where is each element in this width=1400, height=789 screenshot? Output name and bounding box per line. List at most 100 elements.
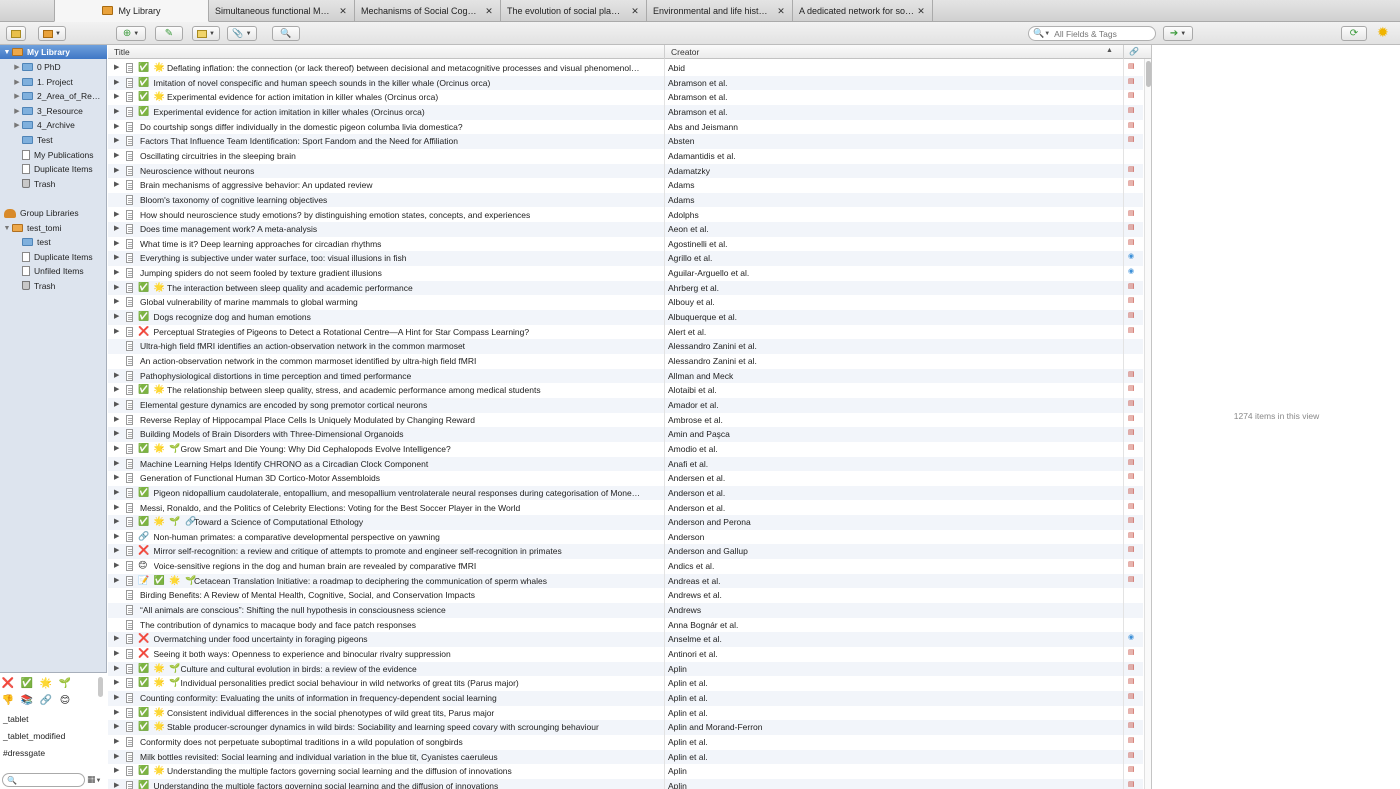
title-column-header[interactable]: Title bbox=[114, 47, 130, 57]
table-row[interactable]: ▶ ✅ 🌟 The interaction between sleep qualit… bbox=[108, 280, 1143, 296]
pdf-attachment-icon[interactable]: ▤ bbox=[1128, 765, 1135, 773]
tag-emoji[interactable]: 🔗 bbox=[39, 695, 53, 706]
tab-5[interactable]: A dedicated network for so… ✕ bbox=[793, 0, 933, 22]
table-row[interactable]: ▶ ✅ Experimental evidence for action imita… bbox=[108, 104, 1143, 120]
expand-triangle-icon[interactable]: ▶ bbox=[114, 517, 119, 525]
pdf-attachment-icon[interactable]: ▤ bbox=[1128, 721, 1135, 729]
sidebar-item-6[interactable]: My Publications bbox=[0, 148, 107, 162]
search-input[interactable] bbox=[1054, 28, 1145, 39]
expand-triangle-icon[interactable]: ▶ bbox=[114, 239, 119, 247]
sidebar-item-1[interactable]: ▶ 1. Project bbox=[0, 75, 107, 89]
expand-triangle-icon[interactable]: ▶ bbox=[114, 532, 119, 540]
table-row[interactable]: ▶ Do courtship songs differ individually … bbox=[108, 120, 1143, 135]
expand-triangle-icon[interactable]: ▶ bbox=[114, 151, 119, 159]
pdf-attachment-icon[interactable]: ▤ bbox=[1128, 692, 1135, 700]
new-collection-button[interactable] bbox=[6, 26, 26, 41]
locate-button[interactable]: ➔ ▼ bbox=[1163, 26, 1193, 41]
pdf-attachment-icon[interactable]: ▤ bbox=[1128, 370, 1135, 378]
tag-scroll-thumb[interactable] bbox=[98, 677, 103, 697]
tab-1[interactable]: Simultaneous functional M… ✕ bbox=[209, 0, 355, 22]
tag-emoji[interactable]: 😊 bbox=[58, 695, 72, 706]
table-row[interactable]: ▶ ✅ Dogs recognize dog and human emotions A… bbox=[108, 310, 1143, 325]
close-icon[interactable]: ✕ bbox=[484, 6, 494, 17]
pdf-attachment-icon[interactable]: ▤ bbox=[1128, 399, 1135, 407]
search-field[interactable]: 🔍 ▼ bbox=[1028, 26, 1156, 41]
pdf-attachment-icon[interactable]: ▤ bbox=[1128, 560, 1135, 568]
pdf-attachment-icon[interactable]: ▤ bbox=[1128, 736, 1135, 744]
pdf-attachment-icon[interactable]: ▤ bbox=[1128, 296, 1135, 304]
tag-name[interactable]: _tablet_modified bbox=[3, 731, 65, 741]
table-row[interactable]: Birding Benefits: A Review of Mental Hea… bbox=[108, 588, 1143, 603]
expand-triangle-icon[interactable]: ▶ bbox=[114, 253, 119, 261]
sidebar-item-4[interactable]: ▶ 4_Archive bbox=[0, 118, 107, 132]
sidebar-group-item-0[interactable]: test bbox=[0, 235, 107, 249]
link-attachment-icon[interactable]: ◉ bbox=[1128, 633, 1134, 641]
table-row[interactable]: ▶ Jumping spiders do not seem fooled by t… bbox=[108, 266, 1143, 281]
expand-triangle-icon[interactable]: ▶ bbox=[114, 708, 119, 716]
pdf-attachment-icon[interactable]: ▤ bbox=[1128, 516, 1135, 524]
table-row[interactable]: ▶ 😊 Voice-sensitive regions in the dog and… bbox=[108, 559, 1143, 574]
table-row[interactable]: ▶ ✅ 🌟 Deflating inflation: the connection … bbox=[108, 61, 1143, 76]
expand-triangle-icon[interactable]: ▶ bbox=[114, 63, 119, 71]
table-row[interactable]: ▶ ✅ 🌟 🌱 Culture and cultural evolution in … bbox=[108, 661, 1143, 677]
sidebar-item-3[interactable]: ▶ 3_Resource bbox=[0, 104, 107, 118]
disclosure-triangle-icon[interactable]: ▶ bbox=[12, 92, 22, 100]
table-row[interactable]: An action-observation network in the com… bbox=[108, 354, 1143, 369]
close-icon[interactable]: ✕ bbox=[338, 6, 348, 17]
table-row[interactable]: ▶ Oscillating circuitries in the sleeping… bbox=[108, 149, 1143, 164]
sidebar-group-item-2[interactable]: Unfiled Items bbox=[0, 264, 107, 278]
expand-triangle-icon[interactable]: ▶ bbox=[114, 488, 119, 496]
table-row[interactable]: ▶ Generation of Functional Human 3D Corti… bbox=[108, 471, 1143, 486]
attachment-column-icon[interactable]: 🔗 bbox=[1129, 47, 1139, 56]
close-icon[interactable]: ✕ bbox=[630, 6, 640, 17]
pdf-attachment-icon[interactable]: ▤ bbox=[1128, 165, 1135, 173]
table-row[interactable]: ▶ What time is it? Deep learning approach… bbox=[108, 237, 1143, 252]
pdf-attachment-icon[interactable]: ▤ bbox=[1128, 677, 1135, 685]
table-row[interactable]: ▶ Machine Learning Helps Identify CHRONO … bbox=[108, 456, 1143, 472]
table-row[interactable]: ▶ 📝 ✅ 🌟 🌱 Cetacean Translation Initiative:… bbox=[108, 573, 1143, 589]
table-row[interactable]: ▶ ✅ 🌟 Consistent individual differences in… bbox=[108, 706, 1143, 721]
expand-triangle-icon[interactable]: ▶ bbox=[114, 107, 119, 115]
table-row[interactable]: ▶ Milk bottles revisited: Social learning… bbox=[108, 749, 1143, 765]
new-note-button[interactable]: ▼ bbox=[192, 26, 220, 41]
sidebar-item-5[interactable]: Test bbox=[0, 133, 107, 147]
tag-emoji[interactable]: 🌱 bbox=[58, 678, 72, 689]
pdf-attachment-icon[interactable]: ▤ bbox=[1128, 545, 1135, 553]
add-by-identifier-button[interactable]: ✎ bbox=[155, 26, 183, 41]
table-row[interactable]: ▶ ✅ Understanding the multiple factors gov… bbox=[108, 778, 1143, 789]
table-row[interactable]: ▶ ✅ 🌟 Experimental evidence for action imi… bbox=[108, 90, 1143, 105]
pdf-attachment-icon[interactable]: ▤ bbox=[1128, 531, 1135, 539]
tag-emoji[interactable]: 📚 bbox=[20, 695, 34, 706]
items-scroll-thumb[interactable] bbox=[1146, 61, 1151, 87]
tag-emoji[interactable]: ✅ bbox=[20, 678, 34, 689]
table-row[interactable]: ▶ Neuroscience without neurons Adamatzky ▤ bbox=[108, 163, 1143, 179]
table-row[interactable]: ▶ ✅ 🌟 🌱 Individual personalities predict s… bbox=[108, 676, 1143, 691]
tab-3[interactable]: The evolution of social pla… ✕ bbox=[501, 0, 647, 22]
table-row[interactable]: “All animals are conscious”: Shifting th… bbox=[108, 603, 1143, 618]
pdf-attachment-icon[interactable]: ▤ bbox=[1128, 282, 1135, 290]
sync-button[interactable]: ⟳ bbox=[1341, 26, 1367, 41]
table-row[interactable]: ▶ Messi, Ronaldo, and the Politics of Cel… bbox=[108, 501, 1143, 516]
expand-triangle-icon[interactable]: ▶ bbox=[114, 561, 119, 569]
tag-actions-icon[interactable]: ▦▼ bbox=[87, 774, 101, 785]
expand-triangle-icon[interactable]: ▶ bbox=[114, 781, 119, 789]
table-row[interactable]: ▶ Reverse Replay of Hippocampal Place Cel… bbox=[108, 413, 1143, 428]
expand-triangle-icon[interactable]: ▶ bbox=[114, 180, 119, 188]
table-row[interactable]: Ultra-high field fMRI identifies an acti… bbox=[108, 339, 1143, 354]
table-row[interactable]: ▶ Global vulnerability of marine mammals … bbox=[108, 295, 1143, 310]
expand-triangle-icon[interactable]: ▶ bbox=[114, 268, 119, 276]
pdf-attachment-icon[interactable]: ▤ bbox=[1128, 91, 1135, 99]
pdf-attachment-icon[interactable]: ▤ bbox=[1128, 458, 1135, 466]
expand-triangle-icon[interactable]: ▶ bbox=[114, 283, 119, 291]
table-row[interactable]: ▶ Pathophysiological distortions in time … bbox=[108, 368, 1143, 384]
expand-triangle-icon[interactable]: ▶ bbox=[114, 136, 119, 144]
tag-search-input[interactable] bbox=[19, 775, 80, 785]
close-icon[interactable]: ✕ bbox=[776, 6, 786, 17]
pdf-attachment-icon[interactable]: ▤ bbox=[1128, 179, 1135, 187]
pdf-attachment-icon[interactable]: ▤ bbox=[1128, 487, 1135, 495]
table-row[interactable]: ▶ ✅ 🌟 The relationship between sleep quali… bbox=[108, 383, 1143, 398]
sidebar-group-item-3[interactable]: Trash bbox=[0, 279, 107, 293]
table-row[interactable]: ▶ Elemental gesture dynamics are encoded … bbox=[108, 397, 1143, 413]
expand-triangle-icon[interactable]: ▶ bbox=[114, 664, 119, 672]
expand-triangle-icon[interactable]: ▶ bbox=[114, 576, 119, 584]
